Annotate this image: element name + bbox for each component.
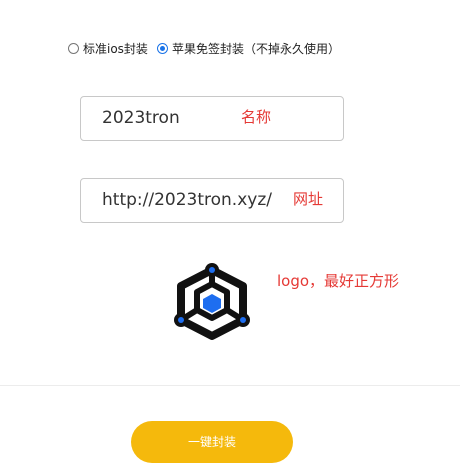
app-url-input[interactable]: http://2023tron.xyz/ — [102, 179, 272, 222]
radio-apple-signfree[interactable]: 苹果免签封装（不掉永久使用） — [156, 40, 340, 57]
app-name-field[interactable]: 2023tron 名称 — [80, 96, 344, 141]
app-name-note: 名称 — [241, 108, 272, 126]
one-click-pack-button[interactable]: 一键封装 — [131, 421, 293, 463]
app-url-note: 网址 — [293, 190, 324, 208]
pack-mode-radio-group: 标准ios封装 苹果免签封装（不掉永久使用） — [68, 38, 340, 58]
radio-standard-ios-button[interactable] — [68, 42, 79, 54]
section-divider — [0, 385, 460, 386]
radio-standard-ios[interactable]: 标准ios封装 — [68, 40, 148, 57]
logo-note: logo，最好正方形 — [277, 272, 400, 290]
radio-apple-signfree-label: 苹果免签封装（不掉永久使用） — [171, 41, 340, 56]
logo-upload[interactable] — [170, 262, 254, 344]
radio-standard-ios-label: 标准ios封装 — [83, 41, 148, 56]
hexagon-cube-logo-icon — [174, 263, 250, 340]
radio-apple-signfree-button[interactable] — [156, 42, 168, 54]
app-url-field[interactable]: http://2023tron.xyz/ 网址 — [80, 178, 344, 223]
app-name-input[interactable]: 2023tron — [102, 97, 180, 140]
